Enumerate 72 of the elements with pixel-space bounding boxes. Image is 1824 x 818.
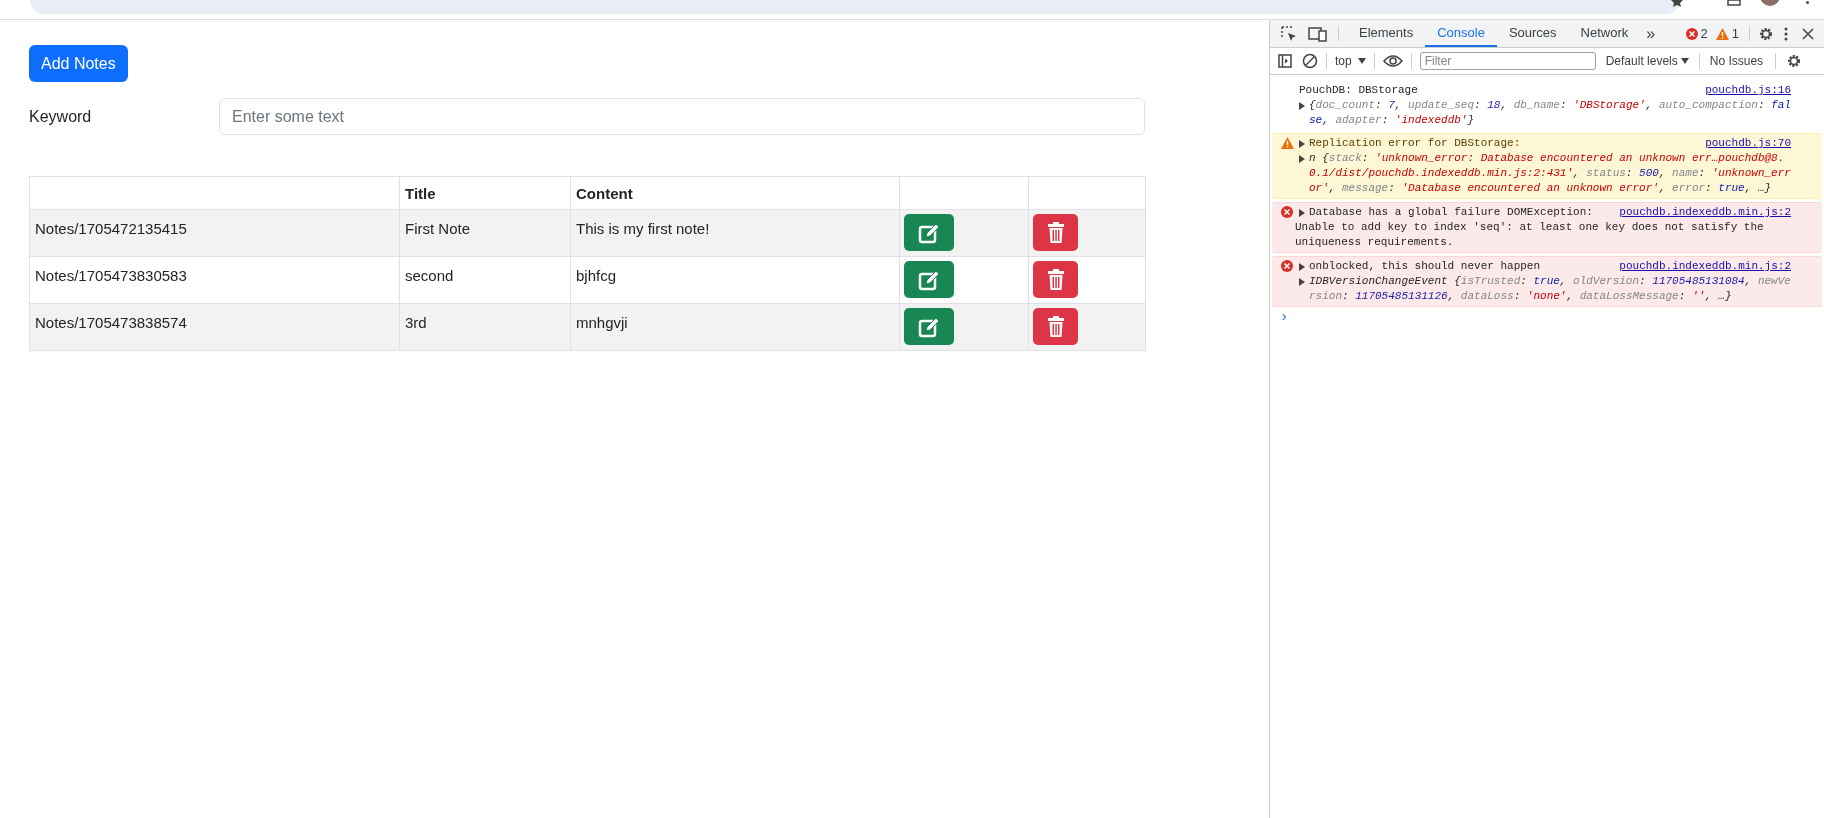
edit-button[interactable] [904, 308, 954, 345]
devtools-tab[interactable]: Network [1568, 20, 1641, 47]
table-cell: second [399, 256, 571, 304]
delete-button[interactable] [1033, 214, 1078, 251]
sidebar-icon[interactable] [1278, 54, 1292, 68]
context-label: top [1335, 53, 1352, 70]
message-text: onblocked, this should never happen [1309, 259, 1542, 274]
keyword-input[interactable]: Enter some text [219, 98, 1145, 135]
table-cell: First Note [399, 209, 571, 257]
table-cell: bjhfcg [570, 256, 900, 304]
error-icon [1281, 206, 1293, 218]
message-text: PouchDB: DBStorage [1299, 83, 1419, 98]
delete-button[interactable] [1033, 261, 1078, 298]
filter-input[interactable]: Filter [1419, 52, 1596, 70]
clear-icon[interactable] [1302, 53, 1318, 69]
error-count-badge[interactable]: 2 [1681, 20, 1712, 47]
device-icon[interactable] [1308, 24, 1328, 43]
edit-button[interactable] [904, 214, 954, 251]
eye-icon[interactable] [1382, 54, 1403, 68]
levels-label: Default levels [1605, 53, 1678, 70]
table-cell: This is my first note! [570, 209, 900, 257]
trash-icon [1046, 315, 1065, 338]
keyword-label: Keyword [29, 106, 93, 127]
table-cell: Notes/1705473838574 [29, 303, 400, 351]
column-header: Content [570, 176, 900, 210]
devtools-tab[interactable]: Elements [1347, 20, 1426, 47]
table-cell: 3rd [399, 303, 571, 351]
window-icon[interactable] [1727, 0, 1741, 6]
add-notes-button[interactable]: Add Notes [29, 45, 128, 82]
dropdown-caret-icon [1357, 58, 1366, 64]
close-icon[interactable] [1802, 27, 1814, 40]
message-text: Replication error for DBStorage: [1309, 136, 1522, 151]
edit-button[interactable] [904, 261, 954, 298]
trash-icon [1046, 268, 1065, 291]
context-dropdown[interactable]: top [1335, 52, 1366, 70]
message-text: Database has a global failure DOMException: [1309, 205, 1594, 220]
table-cell: Notes/1705472135415 [29, 209, 400, 257]
delete-button[interactable] [1033, 308, 1078, 345]
console-prompt[interactable]: › [1270, 310, 1824, 325]
expand-arrow-icon[interactable] [1299, 209, 1305, 217]
inspect-icon[interactable] [1280, 24, 1298, 43]
table-cell: mnhgvji [570, 303, 900, 351]
object-preview: {doc_count: 7, update_seq: 18, db_name: 'DBStorage', auto_compaction: false, adapter: 'indexeddb'} [1309, 98, 1791, 128]
source-link[interactable]: pouchdb.js:70 [1705, 136, 1791, 151]
warning-icon [1715, 27, 1729, 40]
source-link[interactable]: pouchdb.indexeddb.min.js:2 [1619, 205, 1791, 220]
table-cell: Notes/1705473830583 [29, 256, 400, 304]
dropdown-caret-icon [1680, 58, 1689, 64]
source-link[interactable]: pouchdb.indexeddb.min.js:2 [1619, 259, 1791, 274]
warning-icon [1280, 137, 1294, 149]
devtools-tab[interactable]: Sources [1496, 20, 1569, 47]
object-preview: n {stack: 'unknown_error: Database encountered an unknown err…pouchdb@8.0.1/dist/pouchdb.indexeddb.min.js:2:431', status: 500, name: 'unknown_error', message: 'Database encountered an unknown error', error: true, …} [1309, 151, 1791, 196]
settings-icon[interactable] [1758, 25, 1774, 42]
kebab-icon[interactable] [1784, 26, 1788, 41]
object-preview: IDBVersionChangeEvent {isTrusted: true, oldVersion: 11705485131084, newVersion: 11705485131126, dataLoss: 'none', dataLossMessage: '', …} [1309, 274, 1791, 304]
issues-button[interactable]: No Issues [1709, 52, 1764, 70]
message-text: Unable to add key to index 'seq': at least one key does not satisfy the uniqueness requirements. [1295, 220, 1765, 250]
trash-icon [1046, 221, 1065, 244]
star-icon[interactable] [1670, 0, 1684, 8]
warning-count: 1 [1731, 24, 1739, 43]
expand-arrow-icon[interactable] [1299, 102, 1305, 110]
error-icon [1685, 27, 1698, 40]
levels-dropdown[interactable]: Default levels [1605, 52, 1689, 70]
devtools-tab[interactable]: Console [1425, 20, 1497, 47]
more-tabs-button[interactable]: » [1640, 20, 1662, 47]
error-icon [1281, 260, 1293, 272]
kebab-icon[interactable] [1806, 1, 1809, 4]
column-header: Title [399, 176, 571, 210]
error-count: 2 [1700, 24, 1708, 43]
settings-icon[interactable] [1786, 53, 1803, 69]
warning-count-badge[interactable]: 1 [1711, 20, 1743, 47]
source-link[interactable]: pouchdb.js:16 [1705, 83, 1791, 98]
